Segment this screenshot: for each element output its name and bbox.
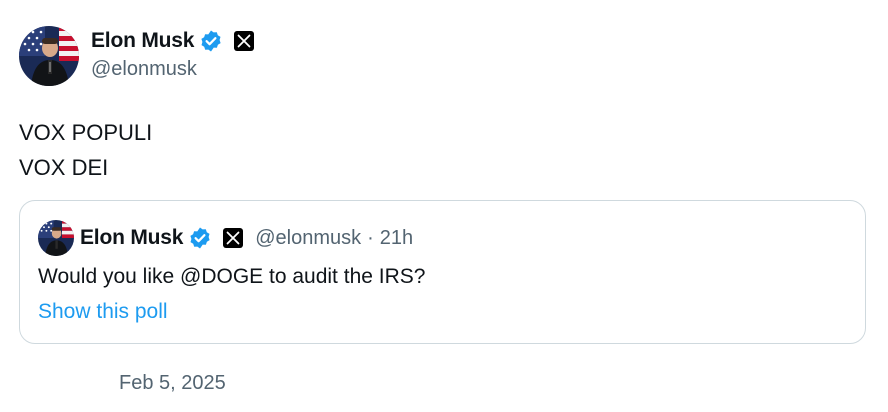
tweet-line: VOX POPULI — [19, 120, 153, 145]
author-name-row: Elon Musk — [91, 28, 255, 54]
tweet-text: VOX POPULI VOX DEI — [19, 115, 152, 185]
show-poll-link[interactable]: Show this poll — [38, 300, 168, 324]
x-logo-icon — [223, 228, 244, 248]
quoted-handle[interactable]: @elonmusk — [255, 227, 361, 250]
separator-dot: · — [367, 226, 374, 249]
quoted-header: Elon Musk @elonmusk · 21h — [80, 225, 413, 251]
quoted-author-avatar[interactable] — [38, 220, 74, 256]
verified-badge-icon[interactable] — [188, 226, 212, 250]
author-display-name[interactable]: Elon Musk — [91, 29, 194, 53]
post-date[interactable]: Feb 5, 2025 — [119, 372, 226, 395]
quoted-tweet[interactable]: Elon Musk @elonmusk · 21h Would you like… — [19, 200, 866, 344]
quoted-display-name[interactable]: Elon Musk — [80, 226, 183, 250]
tweet-line: VOX DEI — [19, 155, 109, 180]
verified-badge-icon[interactable] — [199, 29, 223, 53]
tweet-card: Elon Musk @elonmusk VOX POPULI VOX DEI E… — [0, 0, 888, 412]
author-handle[interactable]: @elonmusk — [91, 58, 197, 81]
x-logo-icon — [234, 31, 255, 51]
author-avatar[interactable] — [19, 26, 79, 86]
quoted-timestamp[interactable]: 21h — [380, 227, 413, 250]
quoted-text: Would you like @DOGE to audit the IRS? — [38, 265, 426, 288]
